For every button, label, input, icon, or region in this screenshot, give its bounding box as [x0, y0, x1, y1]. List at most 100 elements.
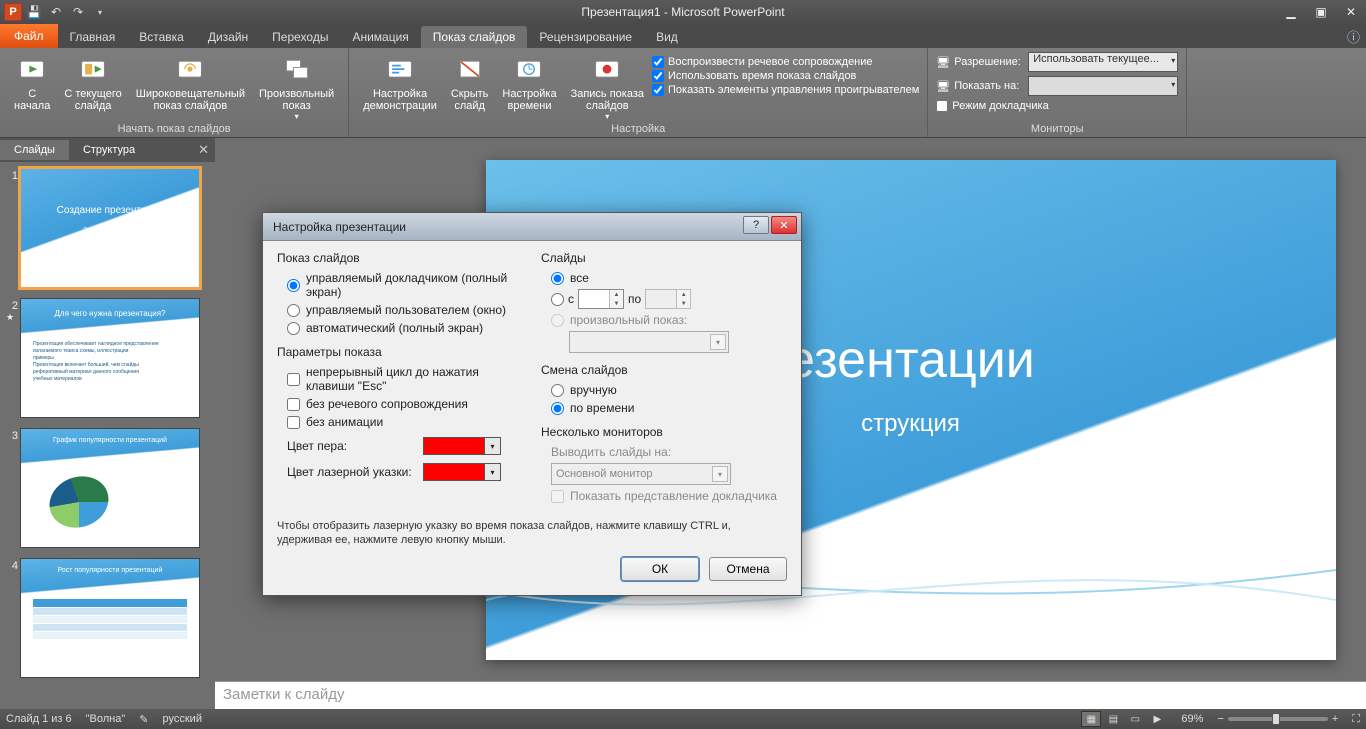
qat-dropdown-icon[interactable]: ▾	[90, 2, 110, 22]
undo-icon[interactable]: ↶	[46, 2, 66, 22]
sorter-view-icon[interactable]: ▤	[1103, 711, 1123, 727]
radio-manual[interactable]: вручную	[551, 383, 787, 397]
thumbnail-table	[33, 599, 187, 639]
file-tab[interactable]: Файл	[0, 24, 58, 48]
tab-insert[interactable]: Вставка	[127, 26, 196, 48]
loop-checkbox[interactable]: непрерывный цикл до нажатия клавиши "Esc…	[287, 365, 523, 393]
show-options-title: Параметры показа	[277, 345, 523, 359]
pen-color-label: Цвет пера:	[287, 439, 417, 453]
slides-tab[interactable]: Слайды	[0, 140, 69, 160]
tab-transitions[interactable]: Переходы	[260, 26, 340, 48]
language-icon[interactable]: ✎	[139, 713, 148, 726]
tab-animations[interactable]: Анимация	[340, 26, 420, 48]
show-on-label: Показать на:	[954, 80, 1024, 92]
outline-tab[interactable]: Структура	[69, 140, 149, 160]
broadcast-button[interactable]: Широковещательный показ слайдов	[130, 52, 251, 123]
presenter-view-checkbox[interactable]: Режим докладчика	[936, 100, 1178, 112]
to-spinner[interactable]: ▲▼	[645, 289, 691, 309]
thumbnail-row[interactable]: 1 Создание презентации Подробная инструк…	[4, 168, 211, 288]
close-icon[interactable]: ✕	[1336, 2, 1366, 22]
thumbnail-slide-1[interactable]: Создание презентации Подробная инструкци…	[20, 168, 200, 288]
chevron-down-icon: ▾	[295, 112, 299, 121]
redo-icon[interactable]: ↷	[68, 2, 88, 22]
resolution-select[interactable]: Использовать текущее...▾	[1028, 52, 1178, 72]
play-narrations-label: Воспроизвести речевое сопровождение	[668, 56, 873, 68]
spin-down-icon[interactable]: ▼	[677, 299, 690, 308]
ribbon-group-monitors: 🖥 Разрешение: Использовать текущее...▾ 🖥…	[928, 48, 1187, 137]
spin-down-icon[interactable]: ▼	[610, 299, 623, 308]
cancel-button[interactable]: Отмена	[709, 557, 787, 581]
zoom-out-icon[interactable]: −	[1217, 713, 1223, 725]
tab-view[interactable]: Вид	[644, 26, 690, 48]
spin-up-icon[interactable]: ▲	[610, 290, 623, 299]
ok-button[interactable]: ОК	[621, 557, 699, 581]
setup-show-label: Настройка демонстрации	[363, 88, 437, 112]
play-narrations-checkbox[interactable]: Воспроизвести речевое сопровождение	[652, 56, 919, 68]
tab-review[interactable]: Рецензирование	[527, 26, 644, 48]
thumbnail-slide-3[interactable]: График популярности презентаций	[20, 428, 200, 548]
ribbon-group-start: С начала С текущего слайда Широковещател…	[0, 48, 349, 137]
advance-title: Смена слайдов	[541, 363, 787, 377]
tab-slideshow[interactable]: Показ слайдов	[421, 26, 528, 48]
no-narration-checkbox[interactable]: без речевого сопровождения	[287, 397, 523, 411]
tab-design[interactable]: Дизайн	[196, 26, 260, 48]
maximize-icon[interactable]: ▣	[1306, 2, 1336, 22]
dialog-help-icon[interactable]: ?	[743, 216, 769, 234]
notes-area[interactable]: Заметки к слайду	[215, 681, 1366, 709]
dialog-close-icon[interactable]: ✕	[771, 216, 797, 234]
zoom-value[interactable]: 69%	[1181, 713, 1203, 725]
thumbnail-row[interactable]: 2 ★ Для чего нужна презентация? Презента…	[4, 298, 211, 418]
from-spinner[interactable]: ▲▼	[578, 289, 624, 309]
play-icon	[16, 54, 48, 86]
spin-up-icon[interactable]: ▲	[677, 290, 690, 299]
broadcast-label: Широковещательный показ слайдов	[136, 88, 245, 112]
close-panel-icon[interactable]: ✕	[198, 142, 209, 158]
help-icon[interactable]: ⓘ	[1347, 27, 1360, 46]
from-beginning-button[interactable]: С начала	[8, 52, 56, 123]
app-logo[interactable]: P	[4, 3, 22, 21]
presenter-repr-label: Показать представление докладчика	[570, 489, 777, 503]
ribbon-group-start-label: Начать показ слайдов	[8, 123, 340, 137]
save-icon[interactable]: 💾	[24, 2, 44, 22]
radio-timings[interactable]: по времени	[551, 401, 787, 415]
custom-show-button[interactable]: Произвольный показ ▾	[253, 52, 340, 123]
radio-presented[interactable]: управляемый докладчиком (полный экран)	[287, 271, 523, 299]
thumbnail-number: 3	[4, 428, 20, 548]
radio-kiosk[interactable]: автоматический (полный экран)	[287, 321, 523, 335]
radio-all[interactable]: все	[551, 271, 787, 285]
setup-show-button[interactable]: Настройка демонстрации	[357, 52, 443, 123]
monitors-title: Несколько мониторов	[541, 425, 787, 439]
thumbnail-slide-4[interactable]: Рост популярности презентаций	[20, 558, 200, 678]
hide-slide-button[interactable]: Скрыть слайд	[445, 52, 495, 123]
show-media-checkbox[interactable]: Показать элементы управления проигрывате…	[652, 84, 919, 96]
radio-from-label: с	[568, 292, 574, 306]
thumbnail-row[interactable]: 3 График популярности презентаций	[4, 428, 211, 548]
status-language[interactable]: русский	[163, 713, 202, 725]
thumbnail-slide-2[interactable]: Для чего нужна презентация? Презентация …	[20, 298, 200, 418]
no-animation-checkbox[interactable]: без анимации	[287, 415, 523, 429]
radio-browsed[interactable]: управляемый пользователем (окно)	[287, 303, 523, 317]
thumbnail-row[interactable]: 4 Рост популярности презентаций	[4, 558, 211, 678]
slides-group-title: Слайды	[541, 251, 787, 265]
animation-star-icon: ★	[6, 312, 14, 323]
presenter-view-label: Режим докладчика	[952, 100, 1048, 112]
radio-custom-label: произвольный показ:	[570, 313, 687, 327]
radio-from[interactable]: с	[551, 292, 574, 306]
show-on-select[interactable]: ▾	[1028, 76, 1178, 96]
dialog-title-bar[interactable]: Настройка презентации ? ✕	[263, 213, 801, 241]
pen-color-picker[interactable]: ▾	[423, 437, 501, 455]
tab-home[interactable]: Главная	[58, 26, 128, 48]
minimize-icon[interactable]: ▁	[1276, 2, 1306, 22]
zoom-slider[interactable]	[1228, 717, 1328, 721]
normal-view-icon[interactable]: ▦	[1081, 711, 1101, 727]
reading-view-icon[interactable]: ▭	[1125, 711, 1145, 727]
use-timings-checkbox[interactable]: Использовать время показа слайдов	[652, 70, 919, 82]
zoom-thumb[interactable]	[1272, 713, 1280, 725]
zoom-in-icon[interactable]: +	[1332, 713, 1338, 725]
laser-color-picker[interactable]: ▾	[423, 463, 501, 481]
slideshow-view-icon[interactable]: ▶	[1147, 711, 1167, 727]
from-current-button[interactable]: С текущего слайда	[58, 52, 127, 123]
fit-window-icon[interactable]: ⛶	[1352, 713, 1360, 726]
rehearse-button[interactable]: Настройка времени	[496, 52, 562, 123]
record-button[interactable]: Запись показа слайдов ▾	[565, 52, 650, 123]
